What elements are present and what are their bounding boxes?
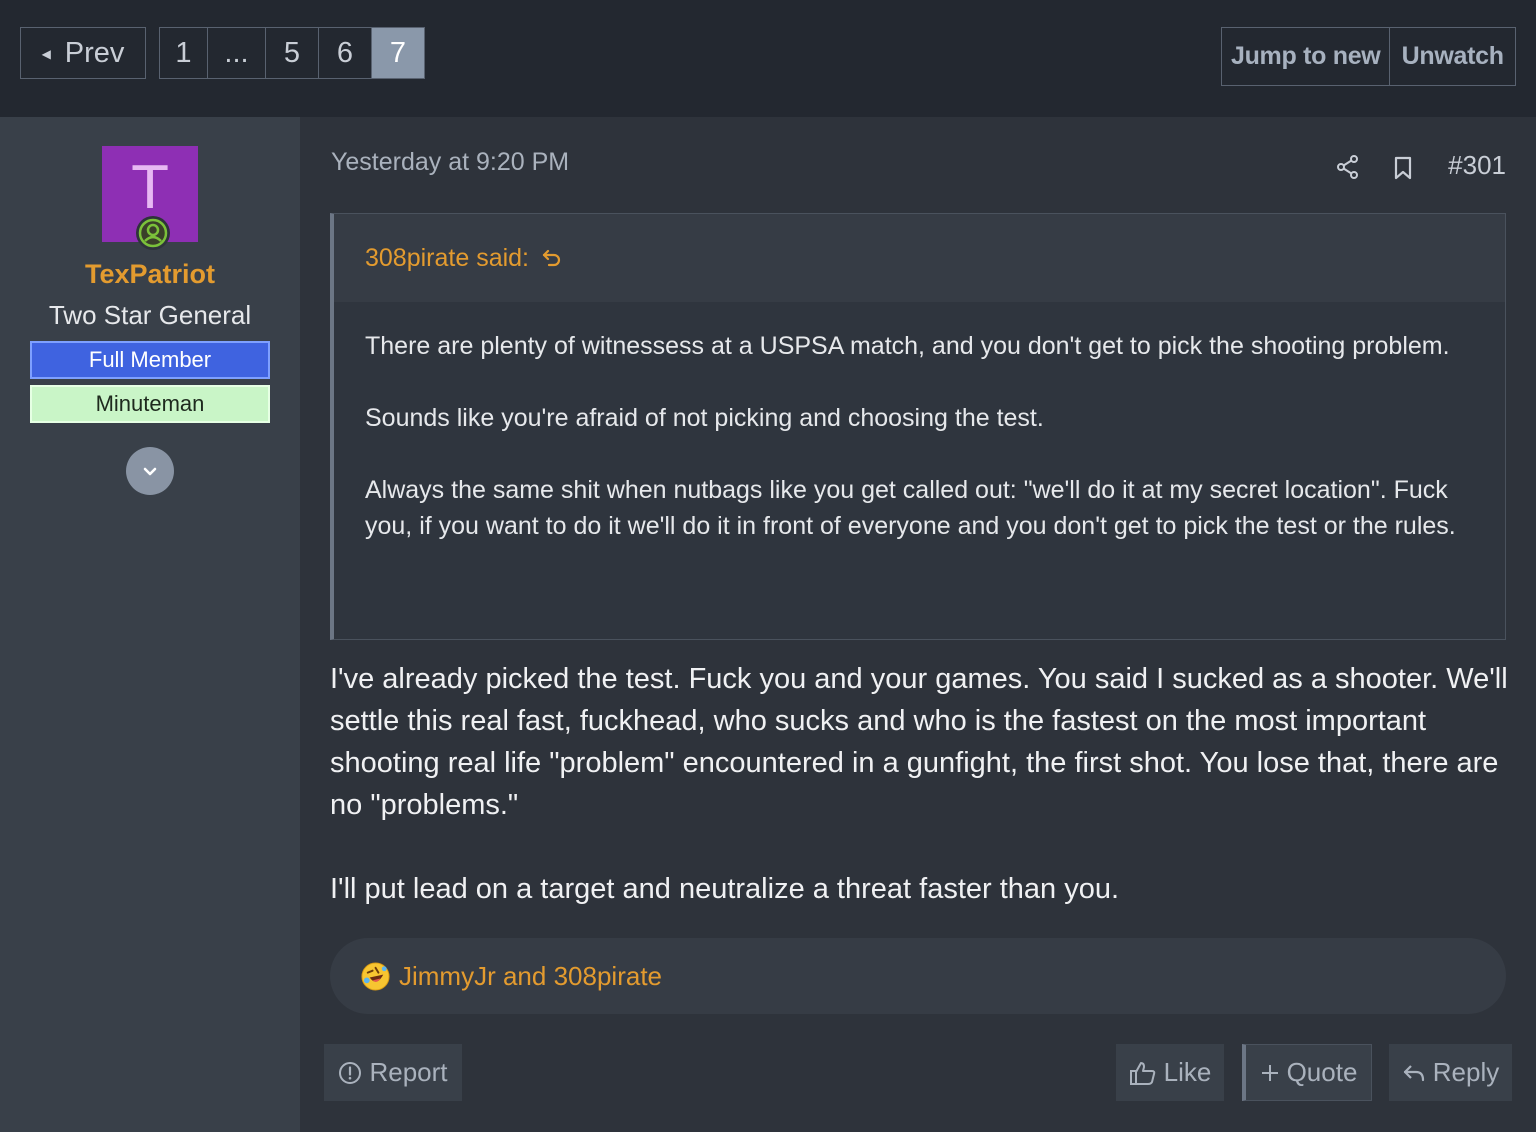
post-timestamp[interactable]: Yesterday at 9:20 PM <box>331 148 569 177</box>
reply-button[interactable]: Reply <box>1389 1044 1512 1101</box>
expand-user-info-button[interactable] <box>126 447 174 495</box>
thumbs-up-icon <box>1129 1061 1155 1085</box>
reactions-bar[interactable]: JimmyJr and 308pirate <box>330 938 1506 1014</box>
plus-icon <box>1261 1064 1278 1081</box>
like-label: Like <box>1163 1057 1212 1087</box>
reply-arrow-icon <box>1403 1064 1424 1081</box>
report-button[interactable]: Report <box>324 1044 462 1101</box>
quote-attribution-link[interactable]: 308pirate said: <box>334 214 1505 302</box>
bookmark-icon[interactable] <box>1392 155 1414 186</box>
page-numbers: 1 ... 5 6 7 <box>159 27 425 79</box>
chevron-down-icon <box>143 467 157 476</box>
message-paragraph: I'll put lead on a target and neutralize… <box>330 873 1120 905</box>
quote-block: 308pirate said: There are plenty of witn… <box>330 213 1506 640</box>
quote-content: There are plenty of witnessess at a USPS… <box>334 302 1505 639</box>
user-title: Two Star General <box>48 300 252 330</box>
quote-button[interactable]: Quote <box>1242 1044 1372 1101</box>
reply-label: Reply <box>1432 1057 1500 1087</box>
quote-label: Quote <box>1286 1057 1358 1087</box>
go-to-quote-icon <box>542 249 561 267</box>
page-ellipsis[interactable]: ... <box>208 28 266 78</box>
prev-label: Prev <box>64 36 125 69</box>
top-navigation-bar: ◀ Prev 1 ... 5 6 7 Jump to new Unwatch <box>0 0 1536 117</box>
reaction-users[interactable]: JimmyJr and 308pirate <box>399 961 662 992</box>
alert-circle-icon <box>339 1061 362 1084</box>
online-user-icon <box>136 216 170 250</box>
post-number-link[interactable]: #301 <box>1430 150 1506 181</box>
unwatch-button[interactable]: Unwatch <box>1390 28 1515 85</box>
report-label: Report <box>369 1057 448 1087</box>
username-link[interactable]: TexPatriot <box>0 259 300 290</box>
minuteman-banner: Minuteman <box>30 385 270 423</box>
like-button[interactable]: Like <box>1116 1044 1224 1101</box>
thread-actions: Jump to new Unwatch <box>1221 27 1516 86</box>
page-5-link[interactable]: 5 <box>266 28 319 78</box>
jump-to-new-button[interactable]: Jump to new <box>1222 28 1391 85</box>
quote-author: 308pirate said: <box>365 243 530 272</box>
caret-left-icon: ◀ <box>41 47 51 61</box>
quote-paragraph: Sounds like you're afraid of not picking… <box>365 404 1044 432</box>
page-1-link[interactable]: 1 <box>160 28 208 78</box>
pagination: ◀ Prev 1 ... 5 6 7 <box>20 27 425 79</box>
message-paragraph: I've already picked the test. Fuck you a… <box>330 663 1508 821</box>
quote-paragraph: There are plenty of witnessess at a USPS… <box>365 332 1450 360</box>
share-icon[interactable] <box>1335 154 1361 185</box>
post-message-body: I've already picked the test. Fuck you a… <box>330 658 1510 952</box>
page-6-link[interactable]: 6 <box>319 28 372 78</box>
post-user-column: T TexPatriot Two Star General Full Membe… <box>0 117 300 1132</box>
full-member-banner: Full Member <box>30 341 270 379</box>
rofl-emoji-icon <box>361 961 390 991</box>
quote-paragraph: Always the same shit when nutbags like y… <box>365 476 1456 540</box>
page-7-current[interactable]: 7 <box>372 28 424 78</box>
prev-page-button[interactable]: ◀ Prev <box>20 27 146 79</box>
